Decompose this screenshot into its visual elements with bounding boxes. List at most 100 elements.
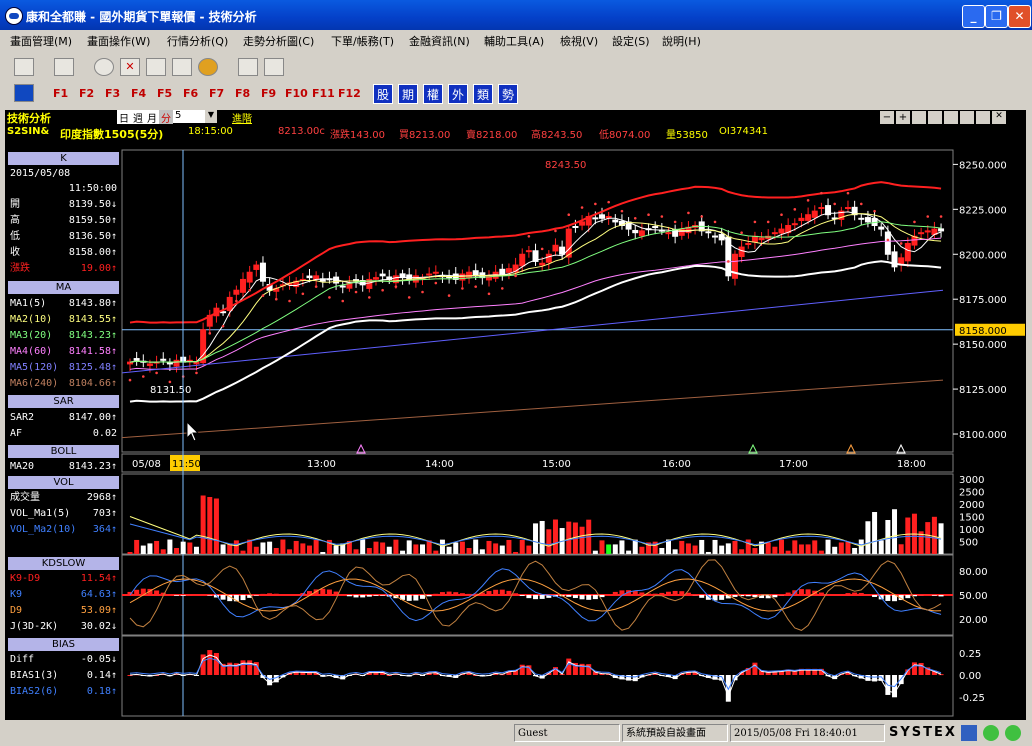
- menu-screen-manage[interactable]: 畫面管理(M): [10, 33, 72, 49]
- search-icon[interactable]: [94, 58, 114, 76]
- f5-button[interactable]: F5: [157, 87, 172, 100]
- time-label: 05/08: [132, 459, 161, 470]
- window-title: 康和全都賺 - 國外期貨下單報價 - 技術分析: [26, 10, 257, 24]
- ask-price: 賣8218.00: [466, 130, 518, 141]
- kd-diff-bar: [453, 592, 459, 595]
- volume-bar: [373, 541, 379, 554]
- f9-button[interactable]: F9: [261, 87, 276, 100]
- kd-diff-bar: [380, 595, 386, 596]
- tile-horizontal-icon[interactable]: [146, 58, 166, 76]
- zoom-out-icon[interactable]: −: [880, 111, 894, 124]
- futures-button[interactable]: 期: [398, 84, 418, 104]
- logo-icon[interactable]: [14, 84, 34, 102]
- sar-dot: [820, 191, 823, 195]
- menu-order[interactable]: 下單/帳務(T): [331, 33, 394, 49]
- chevron-down-icon[interactable]: ▼: [205, 110, 217, 123]
- foreign-button[interactable]: 外: [448, 84, 468, 104]
- chart-area[interactable]: K 2015/05/08 11:50:00 開 8139.50↓ 高 8159.50↑…: [5, 142, 1026, 720]
- period-minute[interactable]: 分: [159, 110, 173, 125]
- f4-button[interactable]: F4: [131, 87, 146, 100]
- menu-tools[interactable]: 輔助工具(A): [484, 33, 544, 49]
- settings-icon[interactable]: [198, 58, 218, 76]
- candle-body: [240, 278, 247, 293]
- sar-dot: [354, 290, 358, 294]
- close-button[interactable]: ✕: [1008, 5, 1031, 28]
- f7-button[interactable]: F7: [209, 87, 224, 100]
- volume-bar: [187, 542, 193, 554]
- volume-bar: [453, 542, 459, 554]
- kd-diff-bar: [154, 590, 160, 595]
- draw-icon[interactable]: [944, 111, 958, 124]
- f6-button[interactable]: F6: [183, 87, 198, 100]
- volume-bar: [253, 546, 259, 554]
- volume-bar: [466, 547, 472, 554]
- candle-body: [805, 214, 812, 221]
- kd-diff-bar: [366, 595, 372, 597]
- candle-body: [864, 217, 871, 223]
- tile-vertical-icon[interactable]: [172, 58, 192, 76]
- zoom-in-icon[interactable]: +: [896, 111, 910, 124]
- sar-dot: [939, 215, 943, 218]
- f1-button[interactable]: F1: [53, 87, 68, 100]
- kd-tick-label: 80.00: [959, 567, 988, 578]
- maximize-button[interactable]: ❐: [985, 5, 1008, 28]
- trend-button[interactable]: 勢: [498, 84, 518, 104]
- advanced-link[interactable]: 進階: [232, 110, 252, 125]
- candlestick-chart[interactable]: 8250.000 8225.000 8200.000 8175.000 8150.000…: [5, 142, 1026, 720]
- window-icon[interactable]: [264, 58, 284, 76]
- volume-bar: [287, 549, 293, 554]
- sar-dot: [899, 242, 903, 245]
- kd-diff-bar: [652, 593, 658, 595]
- candle-body: [878, 226, 885, 230]
- f3-button[interactable]: F3: [105, 87, 120, 100]
- monitor-icon[interactable]: [54, 58, 74, 76]
- menu-quote-analysis[interactable]: 行情分析(Q): [167, 33, 228, 49]
- f10-button[interactable]: F10: [285, 87, 308, 100]
- menu-financial-info[interactable]: 金融資訊(N): [409, 33, 470, 49]
- window-title-bar[interactable]: 康和全都賺 - 國外期貨下單報價 - 技術分析 _ ❐ ✕: [0, 0, 1032, 30]
- f12-button[interactable]: F12: [338, 87, 361, 100]
- low-price: 低8074.00: [599, 130, 651, 141]
- candle-body: [612, 219, 619, 223]
- options-button[interactable]: 權: [423, 84, 443, 104]
- menu-view[interactable]: 檢視(V): [560, 33, 598, 49]
- network-icon[interactable]: [961, 725, 977, 741]
- change-value: 漲跌143.00: [330, 130, 385, 141]
- pen-icon[interactable]: [238, 58, 258, 76]
- f2-button[interactable]: F2: [79, 87, 94, 100]
- candle-body: [306, 275, 313, 279]
- volume-bar: [772, 546, 778, 554]
- close-window-icon[interactable]: ✕: [120, 58, 140, 76]
- volume-bar: [320, 551, 326, 554]
- kd-diff-bar: [193, 594, 199, 595]
- candle-body: [652, 226, 659, 229]
- f8-button[interactable]: F8: [235, 87, 250, 100]
- restore-icon[interactable]: [976, 111, 990, 124]
- menu-trend-chart[interactable]: 走勢分析圖(C): [243, 33, 314, 49]
- volume-bar: [360, 539, 366, 554]
- period-day[interactable]: 日: [117, 110, 131, 125]
- menu-settings[interactable]: 設定(S): [612, 33, 650, 49]
- candle-body: [559, 246, 566, 255]
- kd-diff-bar: [373, 595, 379, 596]
- sar-dot: [727, 260, 730, 263]
- f11-button[interactable]: F11: [312, 87, 335, 100]
- candle-body: [233, 289, 240, 295]
- period-week[interactable]: 週: [131, 110, 145, 125]
- menu-screen-operate[interactable]: 畫面操作(W): [87, 33, 150, 49]
- layout-icon[interactable]: [14, 58, 34, 76]
- volume-bar: [732, 540, 738, 554]
- stock-button[interactable]: 股: [373, 84, 393, 104]
- magnify-minus-icon[interactable]: [912, 111, 926, 124]
- volume-bar: [213, 498, 219, 554]
- volume-bar: [207, 497, 213, 554]
- category-button[interactable]: 類: [473, 84, 493, 104]
- menu-help[interactable]: 說明(H): [662, 33, 701, 49]
- kd-diff-bar: [353, 595, 359, 598]
- period-month[interactable]: 月: [145, 110, 159, 125]
- ma20-line: [129, 221, 942, 363]
- magnify-plus-icon[interactable]: [928, 111, 942, 124]
- minimize-button[interactable]: _: [962, 5, 985, 28]
- save-icon[interactable]: [960, 111, 974, 124]
- close-panel-icon[interactable]: ✕: [992, 111, 1006, 124]
